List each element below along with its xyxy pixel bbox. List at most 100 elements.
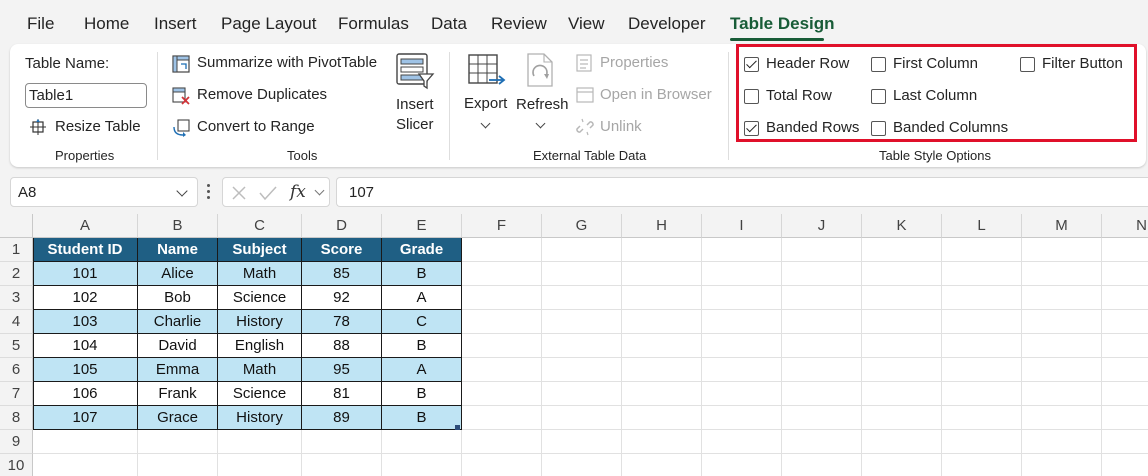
row-header-1[interactable]: 1 <box>0 238 33 262</box>
tab-data[interactable]: Data <box>431 14 467 34</box>
table-cell[interactable]: 85 <box>302 262 382 286</box>
row-header-3[interactable]: 3 <box>0 286 33 310</box>
table-header-cell[interactable]: Score <box>302 238 382 262</box>
table-cell[interactable]: Science <box>218 382 302 406</box>
table-cell[interactable]: B <box>382 406 462 430</box>
row-header-2[interactable]: 2 <box>0 262 33 286</box>
open-in-browser-button[interactable]: Open in Browser <box>576 85 726 107</box>
column-header-h[interactable]: H <box>622 214 702 238</box>
column-header-l[interactable]: L <box>942 214 1022 238</box>
table-cell[interactable]: A <box>382 286 462 310</box>
tab-developer[interactable]: Developer <box>628 14 706 34</box>
table-cell[interactable]: Science <box>218 286 302 310</box>
unlink-button[interactable]: Unlink <box>576 117 666 139</box>
table-header-cell[interactable]: Name <box>138 238 218 262</box>
table-cell[interactable]: 95 <box>302 358 382 382</box>
table-header-cell[interactable]: Student ID <box>33 238 138 262</box>
row-header-10[interactable]: 10 <box>0 454 33 476</box>
worksheet-grid[interactable]: A B C D E F G H I J K L M N 1 2 3 4 5 6 7 8 9 10 Student ID Name S… <box>0 214 1148 476</box>
row-header-6[interactable]: 6 <box>0 358 33 382</box>
table-header-cell[interactable]: Subject <box>218 238 302 262</box>
table-cell[interactable]: Frank <box>138 382 218 406</box>
table-cell[interactable]: English <box>218 334 302 358</box>
convert-to-range-button[interactable]: Convert to Range <box>172 117 332 139</box>
table-cell[interactable]: 92 <box>302 286 382 310</box>
table-name-input[interactable]: Table1 <box>25 83 147 108</box>
resize-table-button[interactable]: Resize Table <box>30 117 150 139</box>
tab-page-layout[interactable]: Page Layout <box>221 14 316 34</box>
table-cell[interactable]: 104 <box>33 334 138 358</box>
checkbox-last-column[interactable]: Last Column <box>871 87 1001 107</box>
tab-insert[interactable]: Insert <box>154 14 197 34</box>
table-cell[interactable]: 105 <box>33 358 138 382</box>
table-cell[interactable]: History <box>218 406 302 430</box>
table-cell[interactable]: Alice <box>138 262 218 286</box>
row-header-4[interactable]: 4 <box>0 310 33 334</box>
table-cell[interactable]: Math <box>218 358 302 382</box>
column-header-g[interactable]: G <box>542 214 622 238</box>
tab-file[interactable]: File <box>27 14 54 34</box>
table-cell[interactable]: C <box>382 310 462 334</box>
table-cell[interactable]: 102 <box>33 286 138 310</box>
column-header-b[interactable]: B <box>138 214 218 238</box>
column-header-f[interactable]: F <box>462 214 542 238</box>
table-cell[interactable]: Bob <box>138 286 218 310</box>
column-header-e[interactable]: E <box>382 214 462 238</box>
column-header-k[interactable]: K <box>862 214 942 238</box>
tab-home[interactable]: Home <box>84 14 129 34</box>
column-header-n[interactable]: N <box>1102 214 1148 238</box>
insert-function-button[interactable]: fx <box>290 182 306 202</box>
checkbox-banded-rows[interactable]: Banded Rows <box>744 119 864 139</box>
checkbox-total-row[interactable]: Total Row <box>744 87 864 107</box>
table-cell[interactable]: 78 <box>302 310 382 334</box>
table-cell[interactable]: 89 <box>302 406 382 430</box>
name-box[interactable]: A8 <box>10 177 198 207</box>
table-cell[interactable]: 81 <box>302 382 382 406</box>
column-header-i[interactable]: I <box>702 214 782 238</box>
row-header-8[interactable]: 8 <box>0 406 33 430</box>
table-cell[interactable]: A <box>382 358 462 382</box>
insert-slicer-button[interactable]: Insert Slicer <box>390 50 440 136</box>
column-header-c[interactable]: C <box>218 214 302 238</box>
checkbox-header-row[interactable]: Header Row <box>744 55 864 75</box>
table-cell[interactable]: Grace <box>138 406 218 430</box>
checkbox-banded-columns[interactable]: Banded Columns <box>871 119 1021 139</box>
export-button[interactable]: Export <box>462 50 516 136</box>
more-options-icon[interactable] <box>207 184 211 202</box>
table-cell[interactable]: 107 <box>33 406 138 430</box>
enter-check-icon[interactable] <box>259 185 277 201</box>
table-cell[interactable]: 103 <box>33 310 138 334</box>
row-header-9[interactable]: 9 <box>0 430 33 454</box>
checkbox-first-column[interactable]: First Column <box>871 55 1001 75</box>
table-cell[interactable]: 88 <box>302 334 382 358</box>
table-cell[interactable]: B <box>382 382 462 406</box>
column-header-m[interactable]: M <box>1022 214 1102 238</box>
fx-chevron-down-icon[interactable] <box>314 185 325 196</box>
table-cell[interactable]: Math <box>218 262 302 286</box>
table-cell[interactable]: Emma <box>138 358 218 382</box>
table-cell[interactable]: David <box>138 334 218 358</box>
table-header-cell[interactable]: Grade <box>382 238 462 262</box>
refresh-button[interactable]: Refresh <box>515 50 571 136</box>
select-all-corner[interactable] <box>0 214 33 238</box>
tab-table-design[interactable]: Table Design <box>730 14 835 34</box>
column-header-j[interactable]: J <box>782 214 862 238</box>
table-resize-handle[interactable] <box>455 425 460 430</box>
table-cell[interactable]: B <box>382 262 462 286</box>
column-header-d[interactable]: D <box>302 214 382 238</box>
table-cell[interactable]: Charlie <box>138 310 218 334</box>
properties-button[interactable]: Properties <box>576 53 706 75</box>
cancel-icon[interactable] <box>231 185 247 201</box>
row-header-7[interactable]: 7 <box>0 382 33 406</box>
row-header-5[interactable]: 5 <box>0 334 33 358</box>
table-cell[interactable]: 106 <box>33 382 138 406</box>
checkbox-filter-button[interactable]: Filter Button <box>1020 55 1134 75</box>
table-cell[interactable]: B <box>382 334 462 358</box>
column-header-a[interactable]: A <box>33 214 138 238</box>
table-cell[interactable]: History <box>218 310 302 334</box>
summarize-pivottable-button[interactable]: Summarize with PivotTable <box>172 53 382 75</box>
formula-input[interactable]: 107 <box>336 177 1148 207</box>
tab-formulas[interactable]: Formulas <box>338 14 409 34</box>
remove-duplicates-button[interactable]: Remove Duplicates <box>172 85 342 107</box>
table-cell[interactable]: 101 <box>33 262 138 286</box>
